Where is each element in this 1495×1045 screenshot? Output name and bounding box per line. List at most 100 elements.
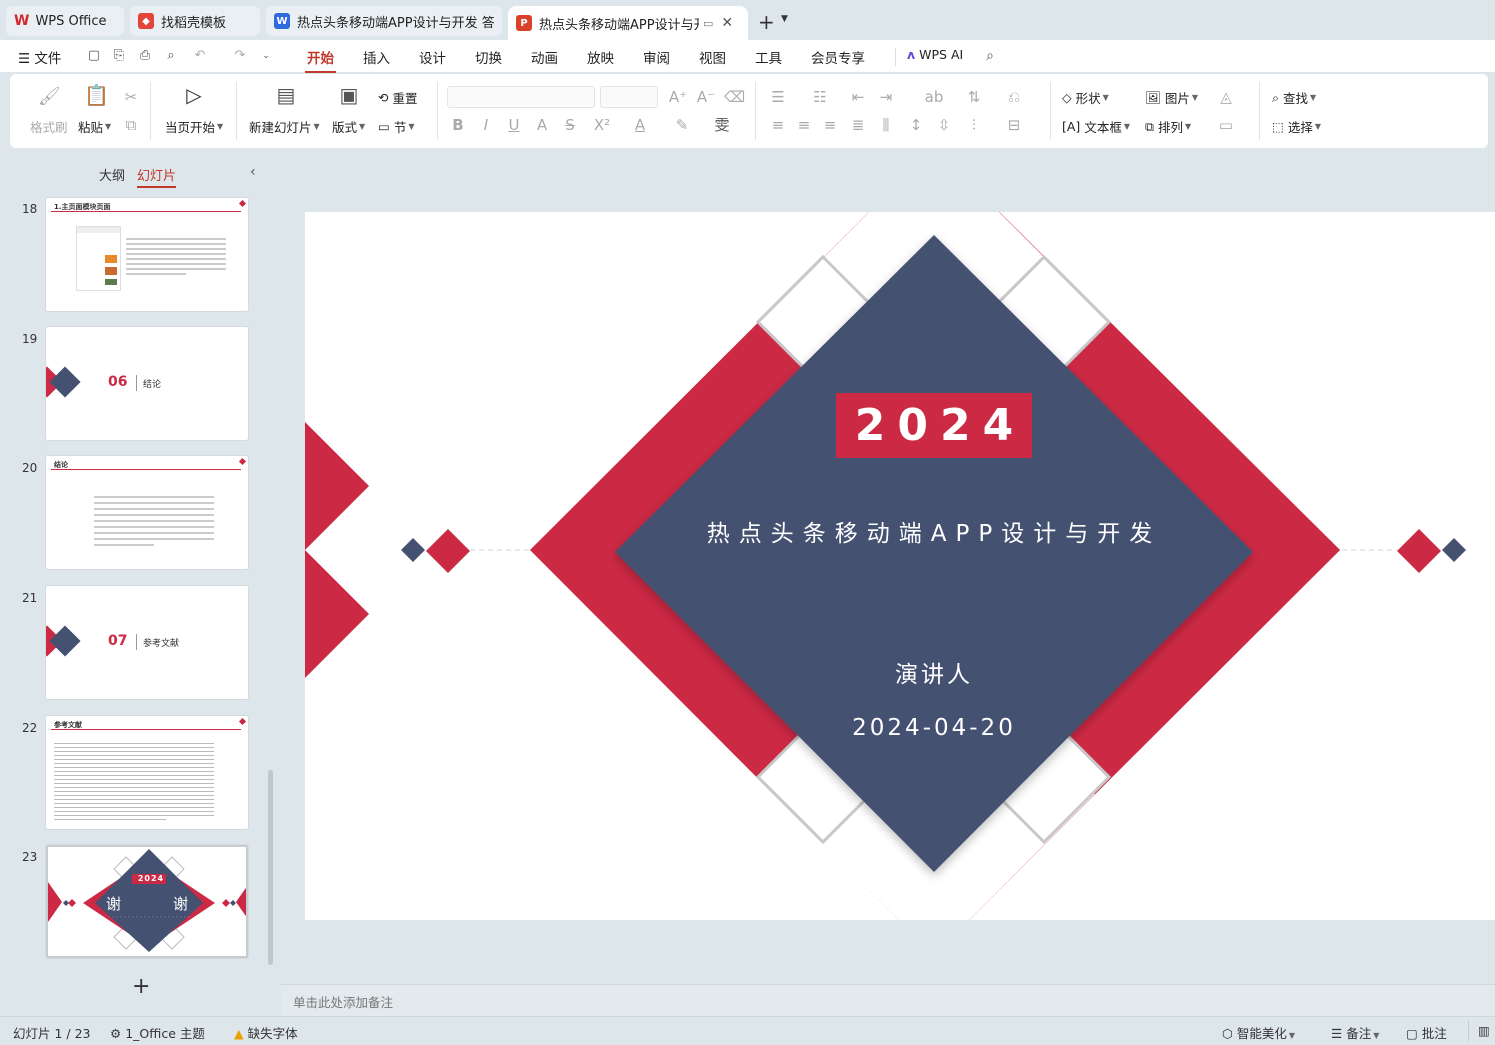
play-from-current-button[interactable]: 当页开始 ▼ — [165, 117, 223, 136]
tab-writer-document[interactable]: W 热点头条移动端APP设计与开发 答辩稿 — [266, 6, 502, 36]
text-direction-icon[interactable]: ab — [924, 88, 944, 106]
convert-smartart-icon[interactable]: ⎌ — [1004, 88, 1024, 106]
bold-icon[interactable]: B — [448, 116, 468, 134]
align-left-icon[interactable]: ≡ — [768, 116, 788, 134]
search-icon[interactable]: ⌕ — [982, 48, 998, 64]
menu-tab-transitions[interactable]: 切换 — [475, 47, 502, 67]
tab-label: 热点头条移动端APP设计与开发 答辩稿 — [297, 15, 494, 31]
thumbnail-diamond — [238, 199, 247, 208]
slide-date[interactable]: 2024-04-20 — [784, 715, 1084, 741]
fill-icon[interactable]: ◬ — [1216, 88, 1236, 106]
redo-icon[interactable]: ↷ — [232, 48, 248, 64]
slide-thumbnail-21[interactable]: 07 参考文献 — [46, 586, 248, 699]
paste-button[interactable]: 粘贴 ▼ — [78, 117, 111, 136]
outline-tab[interactable]: 大纲 — [99, 165, 125, 184]
add-slide-icon[interactable]: + — [132, 974, 150, 999]
text-box-align-icon[interactable]: ⊟ — [1004, 116, 1024, 134]
smart-beautify-button[interactable]: ⬡ 智能美化 ▼ — [1222, 1023, 1295, 1042]
undo-icon[interactable]: ↶ — [192, 48, 208, 64]
slide-thumbnail-20[interactable]: 结论 — [46, 456, 248, 569]
decrease-indent-icon[interactable]: ⇤ — [848, 88, 868, 106]
strikethrough-icon[interactable]: S — [560, 116, 580, 134]
textbox-button[interactable]: [A] 文本框 ▼ — [1062, 117, 1130, 136]
arrange-button[interactable]: ⧉ 排列 ▼ — [1145, 117, 1191, 136]
menu-tab-home[interactable]: 开始 — [305, 47, 336, 73]
normal-view-icon[interactable]: ▥ — [1478, 1023, 1490, 1038]
decrease-font-icon[interactable]: A⁻ — [696, 88, 716, 106]
column-icon[interactable]: ⫶ — [964, 116, 984, 134]
cut-icon[interactable]: ✂ — [121, 88, 141, 106]
outline-icon[interactable]: ▭ — [1216, 116, 1236, 134]
tab-wps-office[interactable]: W WPS Office — [6, 6, 124, 36]
menu-tab-review[interactable]: 审阅 — [643, 47, 670, 67]
chevron-down-icon[interactable]: ▼ — [781, 14, 788, 24]
comments-button[interactable]: ▢ 批注 — [1406, 1023, 1447, 1042]
italic-icon[interactable]: I — [476, 116, 496, 134]
font-color-icon[interactable]: A — [630, 116, 650, 134]
slide-presenter[interactable]: 演讲人 — [834, 655, 1034, 689]
font-size-select[interactable] — [600, 86, 658, 108]
menu-tab-animations[interactable]: 动画 — [531, 47, 558, 67]
slide-title[interactable]: 热点头条移动端APP设计与开发 — [634, 514, 1234, 548]
shape-button[interactable]: ◇ 形状 ▼ — [1062, 88, 1109, 107]
menu-tab-insert[interactable]: 插入 — [363, 47, 390, 67]
increase-indent-icon[interactable]: ⇥ — [876, 88, 896, 106]
save-icon[interactable]: ▢ — [86, 48, 102, 64]
quick-access-dropdown-icon[interactable]: ⌄ — [258, 48, 274, 64]
text-shadow-icon[interactable]: A — [532, 116, 552, 134]
menu-tab-design[interactable]: 设计 — [419, 47, 446, 67]
notes-toggle-button[interactable]: ☰ 备注 ▼ — [1331, 1023, 1379, 1042]
bullet-list-icon[interactable]: ☰ — [768, 88, 788, 106]
clear-format-icon[interactable]: ⌫ — [724, 88, 745, 106]
print-preview-icon[interactable]: ⌕ — [163, 48, 179, 64]
copy-icon[interactable]: ⧉ — [121, 116, 141, 134]
font-family-select[interactable] — [447, 86, 595, 108]
slide-thumbnail-23[interactable]: 2024 谢 谢 — [46, 845, 248, 958]
collapse-panel-icon[interactable]: ‹ — [250, 164, 256, 180]
format-painter-button[interactable]: 格式刷 — [30, 117, 68, 136]
layout-button[interactable]: 版式 ▼ — [332, 117, 365, 136]
picture-button[interactable]: 🖼 图片 ▼ — [1145, 88, 1198, 107]
highlight-icon[interactable]: ✎ — [672, 116, 692, 134]
slide-thumbnail-22[interactable]: 参考文献 — [46, 716, 248, 829]
distribute-icon[interactable]: ⫼ — [876, 116, 896, 134]
align-right-icon[interactable]: ≡ — [820, 116, 840, 134]
slide-year[interactable]: 2024 — [836, 393, 1032, 458]
align-center-icon[interactable]: ≡ — [794, 116, 814, 134]
underline-icon[interactable]: U — [504, 116, 524, 134]
file-menu[interactable]: ☰ 文件 — [18, 47, 61, 67]
new-tab-icon[interactable]: + — [758, 10, 775, 34]
line-spacing-icon[interactable]: ↕ — [906, 116, 926, 134]
text-align-vertical-icon[interactable]: ⇅ — [964, 88, 984, 106]
slide-thumbnail-18[interactable]: 1.主页面模块页面 — [46, 198, 248, 311]
tab-docer-templates[interactable]: ◆ 找稻壳模板 — [130, 6, 260, 36]
paragraph-spacing-icon[interactable]: ⇳ — [934, 116, 954, 134]
find-button[interactable]: ⌕ 查找 ▼ — [1272, 88, 1316, 107]
monitor-icon[interactable]: ▭ — [703, 17, 713, 30]
section-button[interactable]: ▭ 节 ▼ — [378, 117, 414, 136]
increase-font-icon[interactable]: A⁺ — [668, 88, 688, 106]
close-icon[interactable]: ✕ — [721, 15, 733, 31]
print-icon[interactable]: ⎙ — [137, 48, 153, 64]
wps-ai-button[interactable]: ʌ WPS AI — [907, 47, 963, 62]
menu-tab-membership[interactable]: 会员专享 — [811, 47, 865, 67]
share-icon[interactable]: ⎘ — [111, 48, 127, 64]
phonetic-icon[interactable]: 雯 — [712, 116, 732, 134]
slide-canvas[interactable]: 2024 热点头条移动端APP设计与开发 演讲人 2024-04-20 — [305, 212, 1495, 920]
justify-icon[interactable]: ≣ — [848, 116, 868, 134]
select-button[interactable]: ⬚ 选择 ▼ — [1272, 117, 1321, 136]
reset-button[interactable]: ⟲ 重置 — [378, 88, 418, 107]
tab-presentation-active[interactable]: P 热点头条移动端APP设计与开发 ▭ ✕ — [508, 6, 748, 40]
menu-tab-view[interactable]: 视图 — [699, 47, 726, 67]
menu-tab-tools[interactable]: 工具 — [755, 47, 782, 67]
numbered-list-icon[interactable]: ☷ — [810, 88, 830, 106]
menu-tab-slideshow[interactable]: 放映 — [587, 47, 614, 67]
slide-thumbnail-19[interactable]: 06 结论 — [46, 327, 248, 440]
missing-font-indicator[interactable]: ▲ 缺失字体 — [234, 1023, 298, 1042]
panel-scrollbar[interactable] — [268, 770, 273, 965]
new-slide-button[interactable]: 新建幻灯片 ▼ — [249, 117, 320, 136]
superscript-icon[interactable]: X² — [592, 116, 612, 134]
slides-tab[interactable]: 幻灯片 — [137, 165, 177, 188]
notes-pane[interactable]: 单击此处添加备注 — [281, 984, 1495, 1016]
theme-indicator[interactable]: ⚙ 1_Office 主题 — [110, 1023, 205, 1042]
